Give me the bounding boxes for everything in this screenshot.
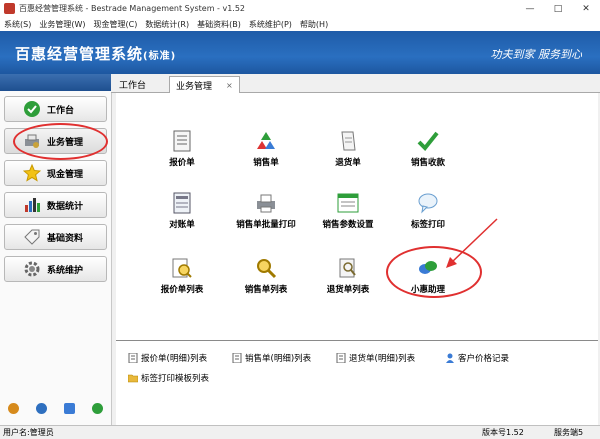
annotation-arrow: [446, 218, 498, 268]
quicklink-customer-price[interactable]: 客户价格记录: [445, 352, 509, 364]
quicklink-label: 报价单(明细)列表: [141, 354, 208, 364]
status-server: 服务端5: [554, 428, 584, 437]
list-document-icon: [232, 353, 242, 363]
list-document-icon: [336, 353, 346, 363]
quicklink-label: 标签打印模板列表: [141, 374, 210, 384]
quicklink-quotation-detail[interactable]: 报价单(明细)列表: [128, 352, 207, 364]
quicklink-label: 退货单(明细)列表: [349, 354, 416, 364]
folder-icon: [128, 374, 138, 383]
quicklink-label: 客户价格记录: [458, 354, 510, 364]
list-document-icon: [128, 353, 138, 363]
quicklink-return-detail[interactable]: 退货单(明细)列表: [336, 352, 415, 364]
section-divider: [116, 340, 598, 341]
status-bar: 用户名:管理员 版本号1.52 服务端5: [0, 425, 600, 439]
quicklink-label: 销售单(明细)列表: [245, 354, 312, 364]
status-version: 版本号1.52: [482, 428, 524, 437]
status-user: 用户名:管理员: [3, 428, 54, 437]
quicklink-sales-detail[interactable]: 销售单(明细)列表: [232, 352, 311, 364]
quicklink-label-templates[interactable]: 标签打印模板列表: [128, 372, 209, 384]
person-icon: [446, 353, 454, 363]
